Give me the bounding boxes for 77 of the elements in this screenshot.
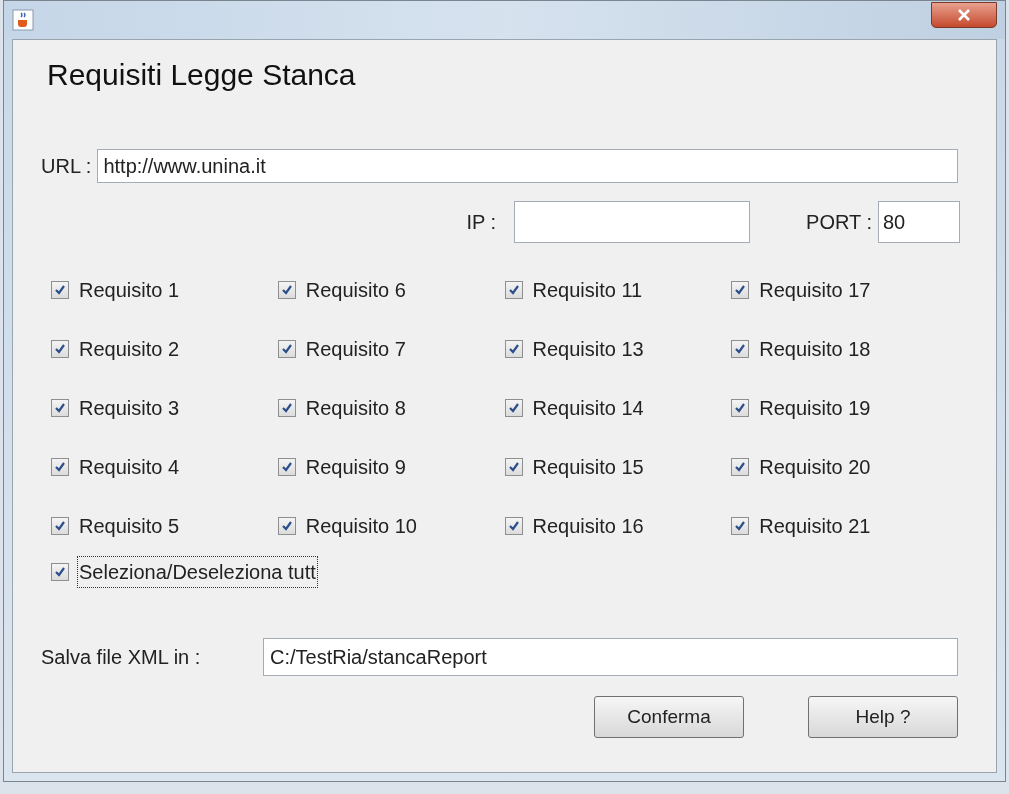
checkmark-icon [54, 343, 66, 355]
checkmark-icon [280, 343, 293, 355]
checkbox-label: Requisito 2 [78, 337, 181, 362]
checkmark-icon [734, 461, 747, 473]
checkmark-icon [54, 284, 66, 296]
checkbox[interactable] [504, 399, 523, 417]
checkbox-label: Requisito 10 [304, 514, 418, 539]
checkmark-icon [54, 566, 66, 578]
checkbox-label: Requisito 6 [304, 278, 407, 303]
checkbox-label: Requisito 17 [758, 278, 872, 303]
checkbox[interactable] [504, 281, 523, 299]
dialog-heading: Requisiti Legge Stanca [47, 57, 357, 93]
checkmark-icon [507, 461, 520, 473]
checkbox[interactable] [277, 458, 296, 476]
coffee-cup-icon [12, 9, 34, 31]
ip-field[interactable] [514, 201, 751, 243]
checkmark-icon [734, 402, 747, 414]
checkbox[interactable] [51, 340, 69, 358]
checkbox[interactable] [731, 399, 750, 417]
checkbox[interactable] [51, 517, 69, 535]
checkmark-icon [507, 343, 520, 355]
checkmark-icon [54, 461, 66, 473]
dialog-button[interactable]: Help ? [808, 696, 958, 738]
checkbox[interactable] [504, 517, 523, 535]
port-label: PORT : [806, 210, 872, 235]
checkbox[interactable] [731, 340, 750, 358]
checkbox[interactable] [51, 281, 69, 299]
checkmark-icon [507, 284, 520, 296]
checkmark-icon [507, 402, 520, 414]
checkbox-label: Requisito 13 [531, 337, 645, 362]
checkmark-icon [507, 520, 520, 532]
checkbox[interactable] [277, 340, 296, 358]
checkmark-icon [734, 343, 747, 355]
checkbox-label: Requisito 1 [78, 278, 181, 303]
checkmark-icon [54, 402, 66, 414]
url-label: URL : [41, 154, 92, 179]
checkbox[interactable] [277, 399, 296, 417]
checkmark-icon [734, 520, 747, 532]
save-path-label: Salva file XML in : [41, 645, 202, 670]
checkbox[interactable] [731, 281, 750, 299]
checkbox[interactable] [51, 458, 69, 476]
checkbox-label: Requisito 16 [531, 514, 645, 539]
checkbox[interactable] [731, 517, 750, 535]
port-field[interactable]: 80 [878, 201, 960, 243]
checkbox[interactable] [277, 517, 296, 535]
save-path-field[interactable]: C:/TestRia/stancaReport [263, 638, 958, 676]
checkbox-label: Requisito 3 [78, 396, 181, 421]
checkbox-label: Requisito 9 [304, 455, 407, 480]
checkbox[interactable] [731, 458, 750, 476]
dialog-button[interactable]: Conferma [594, 696, 744, 738]
checkbox[interactable] [51, 399, 69, 417]
checkbox-label: Requisito 18 [758, 337, 872, 362]
checkmark-icon [280, 284, 293, 296]
checkbox[interactable] [504, 340, 523, 358]
checkmark-icon [280, 520, 293, 532]
checkbox-label: Requisito 21 [758, 514, 872, 539]
checkmark-icon [280, 402, 293, 414]
checkbox-label: Requisito 15 [531, 455, 645, 480]
checkbox-label: Requisito 4 [78, 455, 181, 480]
checkbox-label: Requisito 19 [758, 396, 872, 421]
checkbox-label: Requisito 14 [531, 396, 645, 421]
checkbox[interactable] [51, 563, 69, 581]
checkmark-icon [54, 520, 66, 532]
close-icon [957, 9, 971, 21]
checkbox[interactable] [504, 458, 523, 476]
checkmark-icon [280, 461, 293, 473]
checkbox-label: Requisito 20 [758, 455, 872, 480]
url-field[interactable]: http://www.unina.it [97, 149, 958, 183]
checkbox-label: Requisito 7 [304, 337, 407, 362]
checkbox[interactable] [277, 281, 296, 299]
ip-label: IP : [466, 210, 497, 235]
checkbox-label: Seleziona/Deseleziona tutt [77, 556, 318, 588]
checkbox-label: Requisito 5 [78, 514, 181, 539]
close-button[interactable] [931, 2, 997, 28]
checkbox-label: Requisito 8 [304, 396, 407, 421]
checkbox-label: Requisito 11 [531, 278, 644, 303]
checkmark-icon [734, 284, 747, 296]
